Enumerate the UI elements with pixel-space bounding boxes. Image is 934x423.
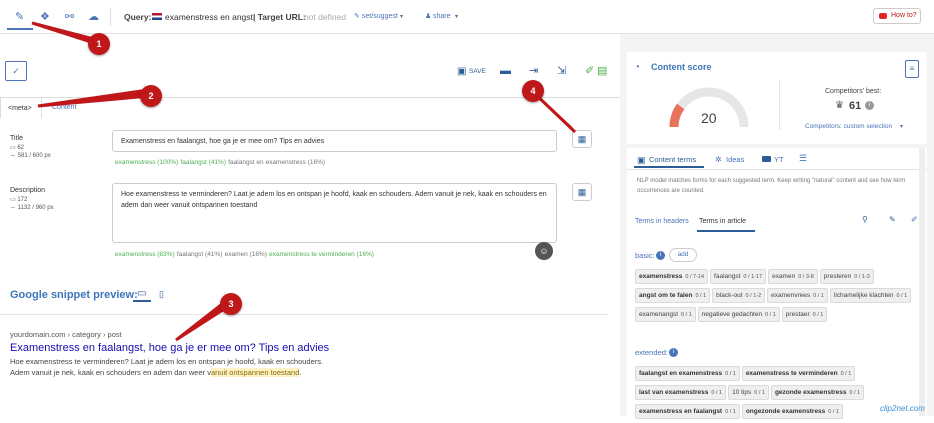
annotation-4: 4 [522, 80, 544, 102]
arrow-2 [37, 88, 153, 108]
annotation-3: 3 [220, 293, 242, 315]
annotation-1: 1 [88, 33, 110, 55]
annotation-arrows [31, 21, 577, 342]
annotation-2: 2 [140, 85, 162, 107]
